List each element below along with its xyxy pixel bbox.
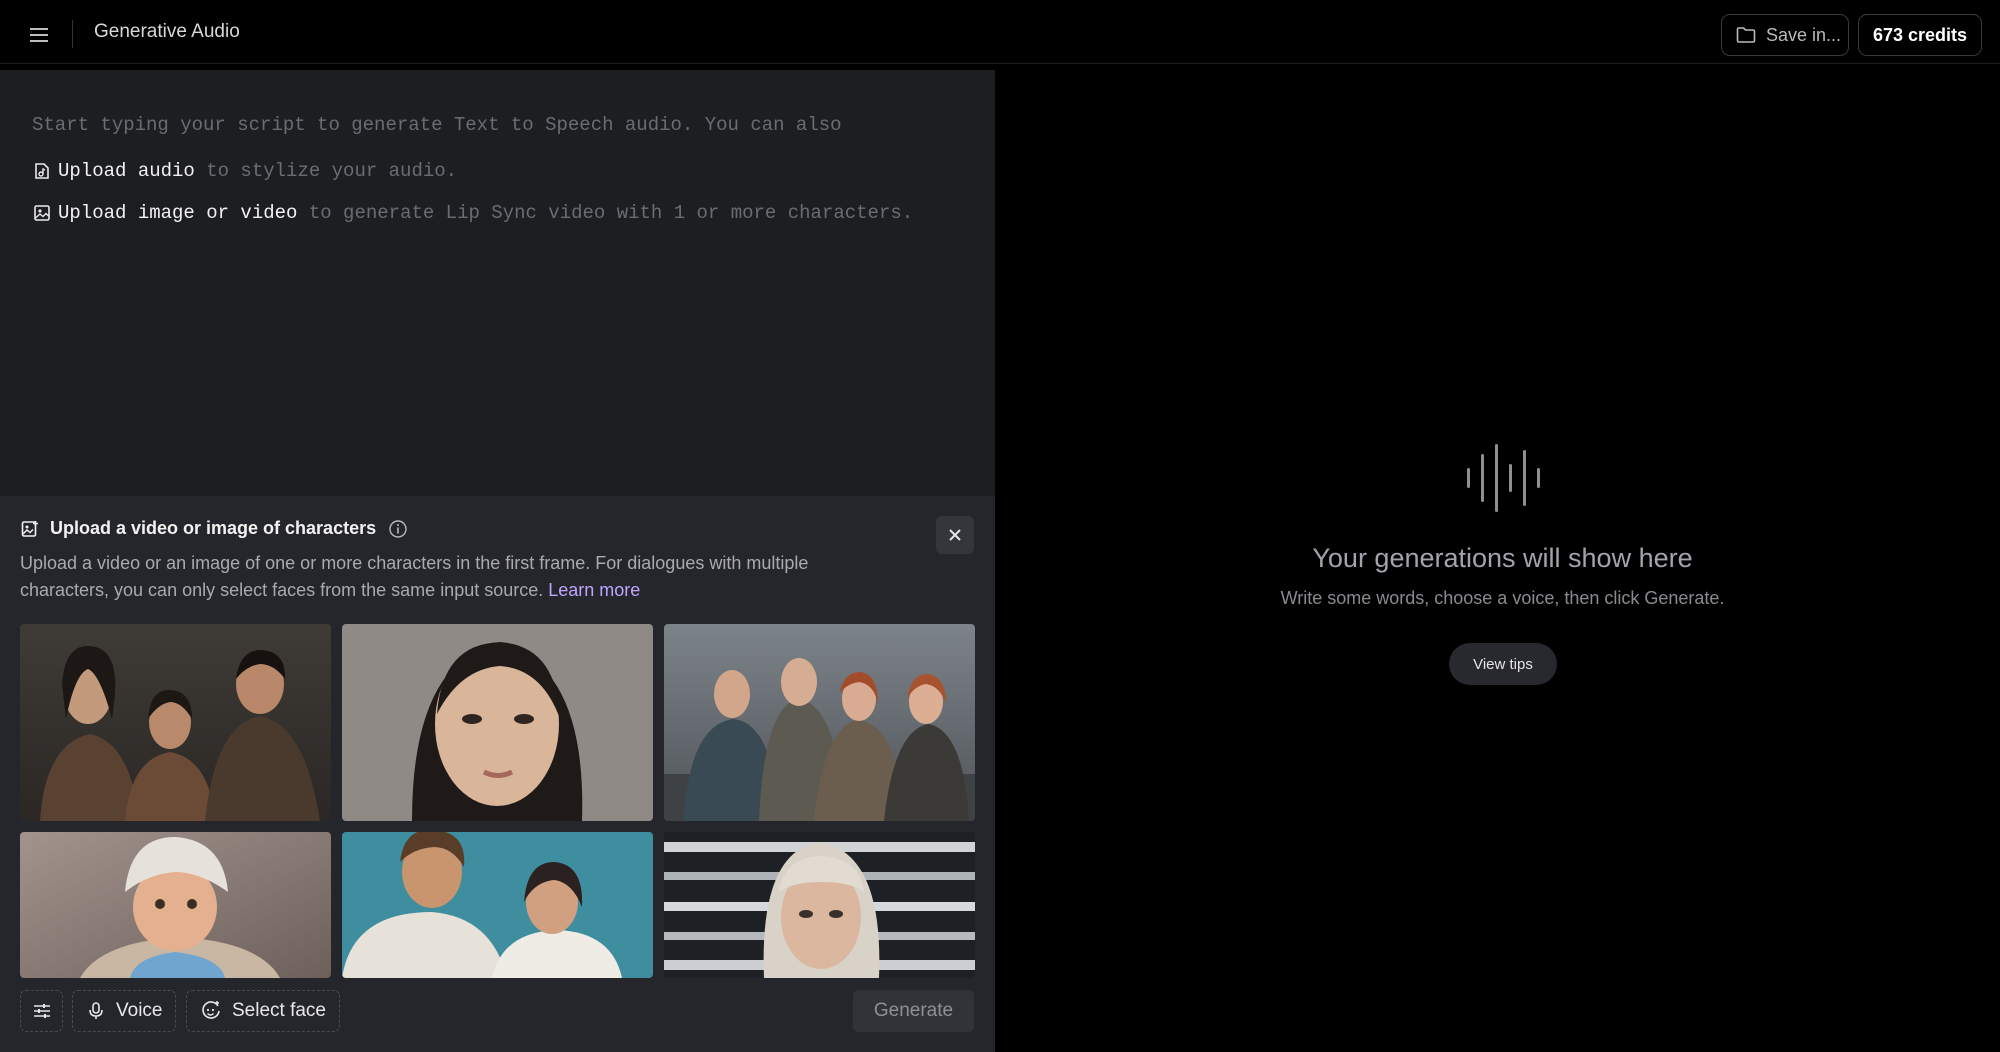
output-panel: Your generations will show here Write so… (995, 64, 2000, 1052)
sliders-icon (32, 1001, 52, 1021)
upload-image-line: Upload image or video to generate Lip Sy… (32, 202, 913, 224)
view-tips-button[interactable]: View tips (1449, 643, 1557, 685)
upload-description-text: Upload a video or an image of one or mor… (20, 553, 809, 600)
top-bar: Generative Audio Save in... 673 credits (0, 0, 2000, 64)
view-tips-label: View tips (1473, 655, 1533, 673)
app-title: Generative Audio (94, 21, 240, 42)
sample-thumbnail-couple[interactable] (342, 832, 653, 978)
sample-thumbnail-platinum-bob[interactable] (664, 832, 975, 978)
upload-image-suffix: to generate Lip Sync video with 1 or mor… (297, 202, 914, 224)
select-face-button[interactable]: Select face (186, 990, 340, 1032)
upload-image-link[interactable]: Upload image or video (58, 202, 297, 224)
folder-icon (1736, 26, 1756, 44)
close-icon[interactable] (936, 516, 974, 554)
image-upload-icon (20, 519, 40, 539)
script-editor[interactable]: Start typing your script to generate Tex… (0, 70, 995, 496)
generate-button[interactable]: Generate (853, 990, 974, 1032)
generate-label: Generate (873, 1000, 954, 1021)
sample-thumbnail-child-winter[interactable] (20, 832, 331, 978)
hamburger-menu-icon[interactable] (24, 20, 54, 50)
editor-placeholder-line: Start typing your script to generate Tex… (32, 114, 842, 136)
empty-state-subtitle: Write some words, choose a voice, then c… (1280, 588, 1725, 608)
save-in-button[interactable]: Save in... (1721, 14, 1849, 56)
upload-panel-description: Upload a video or an image of one or mor… (20, 550, 900, 604)
audio-file-icon (32, 161, 52, 181)
credits-badge[interactable]: 673 credits (1858, 14, 1982, 56)
upload-audio-suffix: to stylize your audio. (194, 160, 458, 182)
sample-thumbnail-four-friends[interactable] (664, 624, 975, 821)
sample-thumbnail-woman-portrait[interactable] (342, 624, 653, 821)
upload-audio-link[interactable]: Upload audio (58, 160, 195, 182)
microphone-icon (86, 1001, 106, 1021)
save-in-label: Save in... (1766, 24, 1842, 45)
bottom-toolbar: Voice Select face Generate (0, 984, 995, 1052)
waveform-icon (1467, 444, 1543, 517)
sample-thumbnail-grid (20, 624, 975, 978)
sample-thumbnail-three-people[interactable] (20, 624, 331, 821)
info-icon[interactable] (388, 519, 408, 539)
voice-label: Voice (116, 1000, 163, 1021)
upload-characters-panel: Upload a video or image of characters Up… (0, 496, 995, 1052)
voice-button[interactable]: Voice (72, 990, 177, 1032)
header-divider (72, 20, 73, 48)
upload-panel-title: Upload a video or image of characters (50, 518, 377, 538)
upload-panel-header: Upload a video or image of characters (20, 518, 408, 539)
settings-sliders-button[interactable] (20, 990, 63, 1032)
empty-state-title: Your generations will show here (1312, 543, 1693, 573)
credits-label: 673 credits (1872, 24, 1968, 45)
left-panel: Start typing your script to generate Tex… (0, 70, 995, 1052)
upload-audio-line: Upload audio to stylize your audio. (32, 160, 457, 182)
image-upload-icon (32, 203, 52, 223)
face-icon (200, 1000, 222, 1022)
select-face-label: Select face (232, 1000, 326, 1021)
learn-more-link[interactable]: Learn more (548, 580, 640, 600)
editor-placeholder-text: Start typing your script to generate Tex… (32, 114, 842, 136)
